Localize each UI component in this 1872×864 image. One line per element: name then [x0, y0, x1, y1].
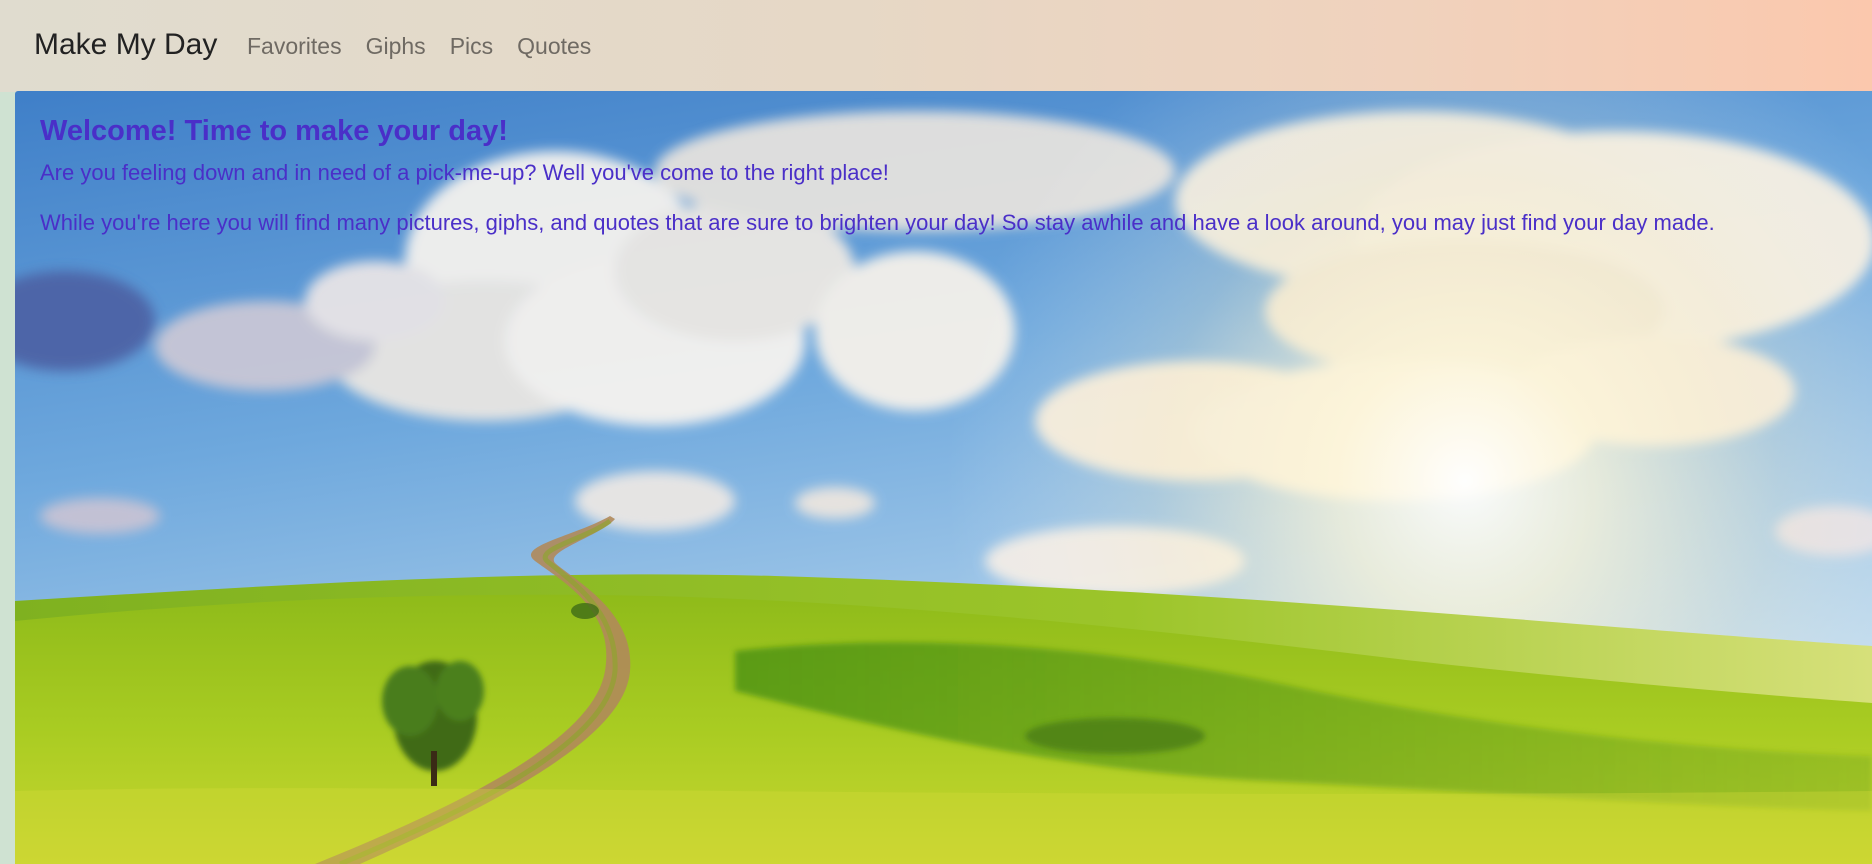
nav-links: Favorites Giphs Pics Quotes: [247, 33, 615, 60]
hero-section: Welcome! Time to make your day! Are you …: [15, 91, 1872, 864]
nav-link-favorites[interactable]: Favorites: [247, 33, 342, 60]
brand-link[interactable]: Make My Day: [34, 28, 217, 62]
nav-link-quotes[interactable]: Quotes: [517, 33, 591, 60]
nav-link-giphs[interactable]: Giphs: [366, 33, 426, 60]
nav-link-pics[interactable]: Pics: [450, 33, 493, 60]
hero-text: Welcome! Time to make your day! Are you …: [40, 115, 1852, 260]
hero-title: Welcome! Time to make your day!: [40, 115, 508, 147]
navbar: Make My Day Favorites Giphs Pics Quotes: [0, 0, 1872, 92]
hero-paragraph-intro: Are you feeling down and in need of a pi…: [40, 160, 889, 185]
hero-paragraph-details: While you're here you will find many pic…: [40, 210, 1715, 235]
